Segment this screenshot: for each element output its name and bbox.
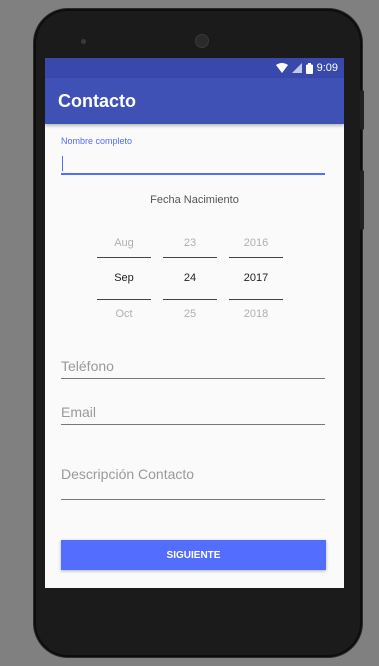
status-bar: 9:09 [45,58,344,78]
year-prev[interactable]: 2016 [229,229,283,257]
day-next[interactable]: 25 [163,300,217,328]
email-input[interactable]: Email [61,404,325,425]
app-bar: Contacto [45,78,344,124]
description-input[interactable]: Descripción Contacto [61,466,325,500]
front-sensor [81,39,86,44]
birth-date-label: Fecha Nacimiento [150,194,239,206]
volume-button [360,170,364,230]
power-button [360,90,364,130]
month-picker[interactable]: Aug Sep Oct [97,229,151,328]
day-selected[interactable]: 24 [163,258,217,299]
phone-input[interactable]: Teléfono [61,358,325,379]
form-content: Nombre completo Fecha Nacimiento Aug Sep… [45,124,344,588]
camera-icon [195,34,209,48]
month-next[interactable]: Oct [97,300,151,328]
page-title: Contacto [58,90,136,111]
wifi-icon [275,63,288,73]
month-prev[interactable]: Aug [97,229,151,257]
next-button-label: SIGUIENTE [166,549,221,561]
year-next[interactable]: 2018 [229,300,283,328]
month-selected[interactable]: Sep [97,258,151,299]
signal-icon [291,63,302,73]
year-selected[interactable]: 2017 [229,258,283,299]
device-screen: 9:09 Contacto Nombre completo Fecha Naci… [45,58,344,588]
status-time: 9:09 [316,62,338,74]
day-picker[interactable]: 23 24 25 [163,229,217,328]
name-field-label: Nombre completo [61,136,133,146]
year-picker[interactable]: 2016 2017 2018 [229,229,283,328]
next-button[interactable]: SIGUIENTE [61,540,326,570]
day-prev[interactable]: 23 [163,229,217,257]
battery-icon [305,62,313,74]
text-cursor [62,156,63,171]
name-input[interactable] [61,151,325,175]
